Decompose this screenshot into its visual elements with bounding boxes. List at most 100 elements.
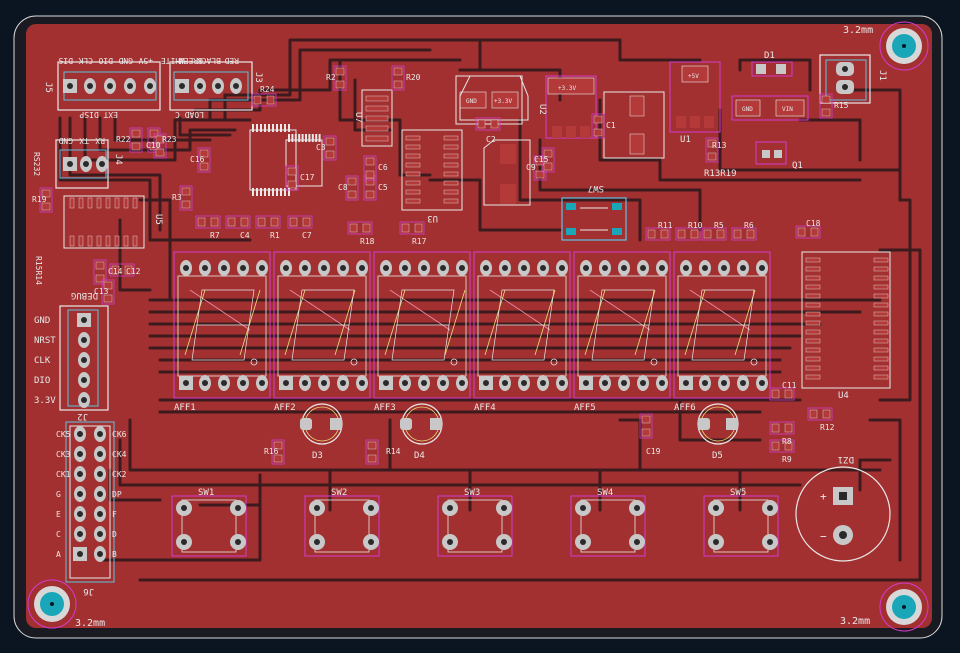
j6-right-pin-label: F <box>112 510 117 519</box>
display-pin-pad <box>418 375 430 391</box>
ic-pin <box>405 171 421 177</box>
ic-pin <box>96 235 102 247</box>
display-pin-pad <box>518 260 530 276</box>
ic-pin <box>873 329 889 335</box>
ic-u7 <box>361 89 393 147</box>
ic-pin <box>873 356 889 362</box>
ic-pin <box>260 124 262 132</box>
display-pin-pad <box>656 375 668 391</box>
ic-pin <box>873 311 889 317</box>
ic-pin <box>284 124 286 132</box>
j5-pin-pad <box>63 79 77 93</box>
passive-ref: R20 <box>406 73 421 82</box>
passive-ref: R17 <box>412 237 427 246</box>
display-pin-pad <box>579 376 593 390</box>
ic-pin <box>805 311 821 317</box>
debug-pin-pad <box>77 313 91 327</box>
ic-pin <box>276 124 278 132</box>
debug-pin-label: GND <box>34 316 50 326</box>
j6-left-pin-label: E <box>56 510 61 519</box>
j3-pin-pad <box>194 78 206 94</box>
display-pin-pad <box>580 260 592 276</box>
ic-pin <box>78 235 84 247</box>
j4-pin-pad <box>63 157 77 171</box>
display-pin-pad <box>199 260 211 276</box>
display-pin-pad <box>699 375 711 391</box>
passive-ref: C19 <box>646 447 661 456</box>
passive-ref: C11 <box>782 381 797 390</box>
ic-pin <box>311 134 314 142</box>
display-pin-pad <box>218 375 230 391</box>
mount-hole-bottom-left-label: 3.2mm <box>75 618 105 629</box>
ic-pin <box>318 134 321 142</box>
passive-ref: R7 <box>210 231 220 240</box>
ic-pin <box>260 188 262 196</box>
diode-d1-ref: D1 <box>764 51 775 61</box>
ic-pin <box>805 329 821 335</box>
display-pin-pad <box>318 375 330 391</box>
ic-pin <box>873 320 889 326</box>
display-pin-pad <box>256 375 268 391</box>
j3-pin-pad <box>230 78 242 94</box>
passive-ref: C13 <box>94 287 109 296</box>
j4-pin-label: GND <box>58 136 73 145</box>
display-pin-pad <box>599 260 611 276</box>
passive-ref: C14 <box>108 267 123 276</box>
display-pin-pad <box>480 260 492 276</box>
j6-left-pin-label: G <box>56 490 61 499</box>
ic-pin <box>365 125 389 132</box>
ic-pin <box>805 293 821 299</box>
ic-pin <box>272 188 274 196</box>
j6-pin-pad <box>74 526 86 542</box>
j6-pin-pad <box>74 426 86 442</box>
display-pin-pad <box>618 260 630 276</box>
display-ref: AFF5 <box>574 403 596 413</box>
ic-pin <box>298 134 301 142</box>
display-pin-pad <box>718 260 730 276</box>
j5-pin-pad <box>144 78 156 94</box>
ic-pin <box>405 153 421 159</box>
display-pin-pad <box>180 260 192 276</box>
mount-hole-top-right-label: 3.2mm <box>843 25 873 36</box>
debug-pin-label: NRST <box>34 336 56 346</box>
ic-pin <box>873 293 889 299</box>
j6-right-pin-label: D <box>112 530 117 539</box>
passive-ref: R11 <box>658 221 673 230</box>
display-pin-pad <box>737 375 749 391</box>
j6-left-pin-label: A <box>56 550 61 559</box>
ic-pin <box>264 188 266 196</box>
label-r15r14: R15R14 <box>34 256 43 285</box>
display-pin-pad <box>379 376 393 390</box>
j5-pin-pad <box>84 78 96 94</box>
ic-pin <box>288 124 290 132</box>
ic-pin <box>288 188 290 196</box>
regulator-gnd-label: GND <box>742 106 753 113</box>
display-pin-pad <box>399 260 411 276</box>
ic-pin <box>291 134 294 142</box>
mount-hole-bottom-right-label: 3.2mm <box>840 616 870 627</box>
j6-pin-pad <box>94 446 106 462</box>
j5-pin-label: DIS <box>58 56 73 65</box>
passive-ref: R13 <box>712 141 727 150</box>
display-pin-pad <box>199 375 211 391</box>
ic-pin <box>805 338 821 344</box>
display-pin-pad <box>599 375 611 391</box>
led-d4-ref: D4 <box>414 451 425 461</box>
debug-pin-label: CLK <box>34 356 51 366</box>
debug-pin-pad <box>78 332 90 348</box>
ic-pin <box>873 302 889 308</box>
j6-pin-pad <box>94 526 106 542</box>
ic-pin <box>280 124 282 132</box>
debug-ref: J2 <box>77 411 88 421</box>
passive-ref: R1 <box>270 231 280 240</box>
j6-right-pin-label: B <box>112 550 117 559</box>
ic-pin <box>873 284 889 290</box>
ic-pin <box>105 235 111 247</box>
j6-pin-pad <box>94 506 106 522</box>
passive-ref: C8 <box>338 183 348 192</box>
ic-pin <box>443 198 459 204</box>
passive-ref: R9 <box>782 455 792 464</box>
passive-ref: R3 <box>172 193 182 202</box>
display-pin-pad <box>537 375 549 391</box>
passive-ref: C5 <box>378 183 388 192</box>
